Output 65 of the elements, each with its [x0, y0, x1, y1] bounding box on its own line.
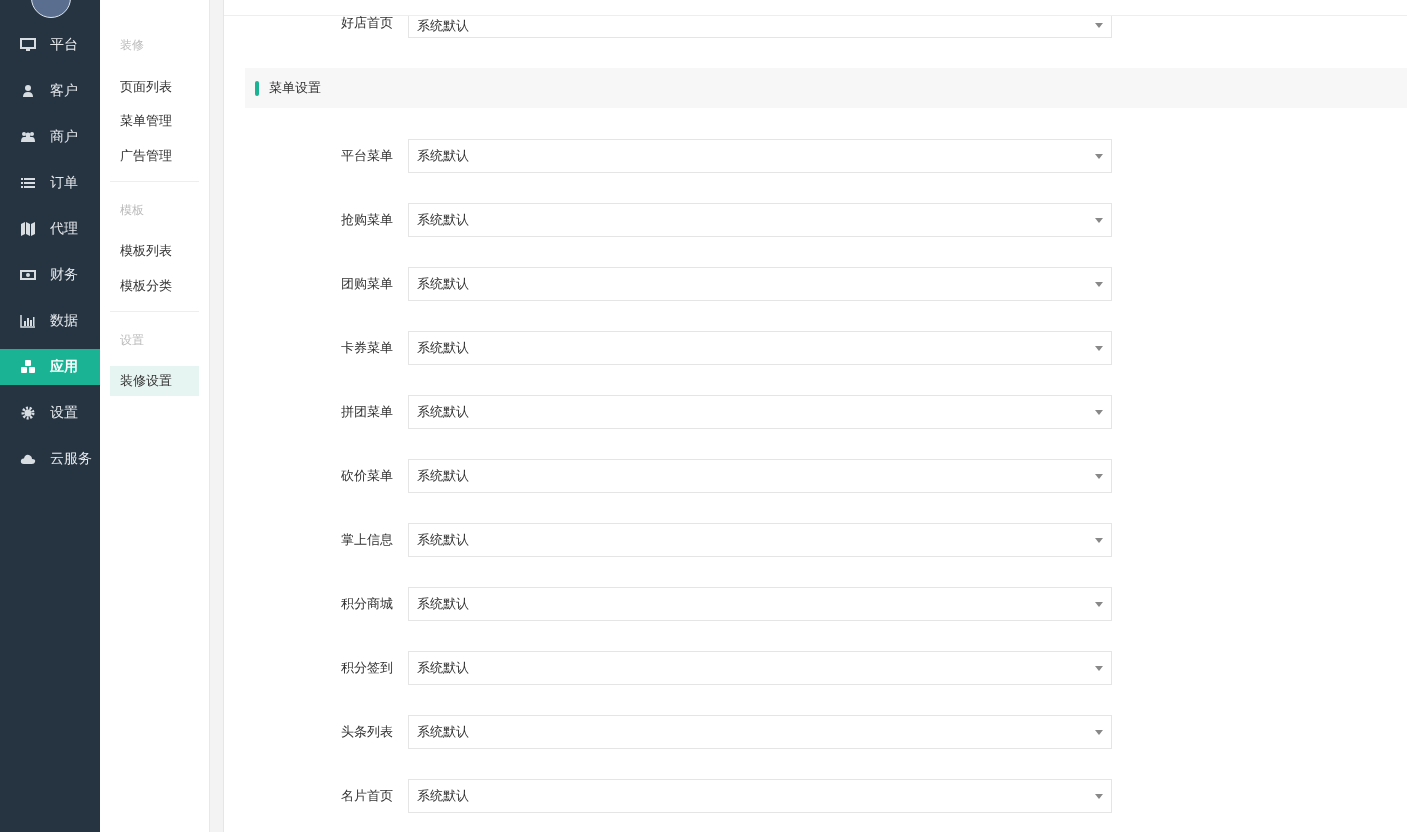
field-label: 好店首页: [340, 16, 394, 30]
nav-item[interactable]: 商户: [0, 119, 100, 155]
select-field[interactable]: 系统默认: [408, 779, 1112, 813]
select-field[interactable]: 系统默认: [408, 651, 1112, 685]
field-label: 砍价菜单: [340, 467, 394, 485]
nav-item[interactable]: 平台: [0, 27, 100, 63]
caret-icon: [1095, 23, 1103, 28]
field-label: 积分商城: [340, 595, 394, 613]
caret-icon: [1095, 473, 1103, 479]
field-label: 卡券菜单: [340, 339, 394, 357]
submenu-heading: 模板: [119, 201, 145, 219]
user-icon: [20, 83, 36, 99]
submenu-item[interactable]: 模板分类: [110, 270, 199, 301]
monitor-icon: [20, 37, 36, 53]
field-label: 掌上信息: [340, 531, 394, 549]
caret-icon: [1095, 793, 1103, 799]
field-label: 拼团菜单: [340, 403, 394, 421]
bar-chart-icon: [20, 313, 36, 329]
caret-icon: [1095, 281, 1103, 287]
select-field[interactable]: 系统默认: [408, 16, 1112, 38]
submenu-item[interactable]: 页面列表: [110, 71, 199, 102]
accent-bar: [255, 80, 259, 96]
caret-icon: [1095, 345, 1103, 351]
field-label: 团购菜单: [340, 275, 394, 293]
field-label: 积分签到: [340, 659, 394, 677]
submenu-heading: 设置: [119, 331, 145, 349]
nav-item[interactable]: 代理: [0, 211, 100, 247]
select-field[interactable]: 系统默认: [408, 715, 1112, 749]
map-icon: [20, 221, 36, 237]
submenu-item[interactable]: 菜单管理: [110, 106, 199, 136]
field-label: 头条列表: [340, 723, 394, 741]
caret-icon: [1095, 729, 1103, 735]
caret-icon: [1095, 537, 1103, 543]
field-label: 名片首页: [340, 787, 394, 805]
select-field[interactable]: 系统默认: [408, 331, 1112, 365]
caret-icon: [1095, 217, 1103, 223]
caret-icon: [1095, 409, 1103, 415]
submenu-item[interactable]: 模板列表: [110, 236, 199, 266]
select-field[interactable]: 系统默认: [408, 587, 1112, 621]
submenu-heading: 装修: [119, 37, 145, 54]
nav-item[interactable]: 设置: [0, 395, 100, 431]
caret-icon: [1095, 601, 1103, 607]
list-icon: [20, 175, 36, 191]
banknote-icon: [20, 267, 36, 283]
nav-item[interactable]: 数据: [0, 303, 100, 339]
caret-icon: [1095, 153, 1103, 159]
field-label: 抢购菜单: [340, 211, 394, 229]
submenu-item[interactable]: 装修设置: [110, 366, 199, 396]
submenu-item[interactable]: 广告管理: [110, 140, 199, 171]
settings-icon: [20, 405, 36, 421]
cubes-icon: [20, 359, 36, 375]
nav-item[interactable]: 云服务: [0, 441, 100, 477]
select-field[interactable]: 系统默认: [408, 203, 1112, 237]
nav-item[interactable]: 客户: [0, 73, 100, 109]
caret-icon: [1095, 665, 1103, 671]
select-field[interactable]: 系统默认: [408, 395, 1112, 429]
field-label: 平台菜单: [340, 147, 394, 165]
select-field[interactable]: 系统默认: [408, 459, 1112, 493]
select-field[interactable]: 系统默认: [408, 267, 1112, 301]
select-field[interactable]: 系统默认: [408, 523, 1112, 557]
nav-item[interactable]: 财务: [0, 257, 100, 293]
section-title: 菜单设置: [269, 79, 321, 97]
select-field[interactable]: 系统默认: [408, 139, 1112, 173]
nav-item[interactable]: 订单: [0, 165, 100, 201]
users-icon: [20, 129, 36, 145]
